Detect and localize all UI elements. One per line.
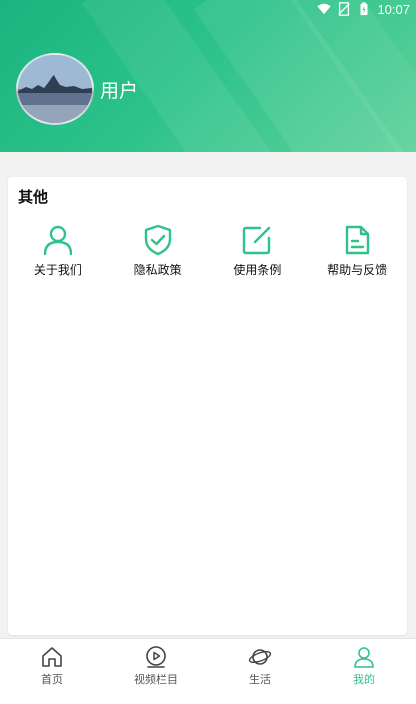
menu-item-help-feedback[interactable]: 帮助与反馈 — [307, 223, 407, 278]
profile-header: 10:07 用户 — [0, 0, 416, 152]
section-title: 其他 — [18, 188, 49, 206]
tab-mine[interactable]: 我的 — [312, 639, 416, 704]
person-icon — [43, 225, 73, 256]
tab-label: 我的 — [353, 673, 375, 686]
tab-label: 视频栏目 — [134, 673, 178, 686]
tab-label: 生活 — [249, 673, 271, 686]
status-time: 10:07 — [377, 1, 410, 17]
menu-item-label: 使用条例 — [233, 263, 282, 277]
tab-life[interactable]: 生活 — [208, 639, 312, 704]
signal-off-icon — [338, 2, 351, 16]
wifi-icon — [317, 3, 332, 15]
user-icon — [354, 647, 374, 668]
tab-video-columns[interactable]: 视频栏目 — [104, 639, 208, 704]
avatar[interactable] — [16, 53, 94, 125]
home-icon — [42, 647, 62, 667]
menu-item-about-us[interactable]: 关于我们 — [8, 223, 108, 278]
menu-grid: 关于我们 隐私政策 使用条例 帮助与反馈 — [8, 223, 407, 278]
username[interactable]: 用户 — [100, 76, 138, 103]
menu-item-label: 隐私政策 — [133, 263, 182, 277]
menu-item-terms-of-use[interactable]: 使用条例 — [208, 223, 308, 278]
document-icon — [345, 225, 370, 255]
bottom-tab-bar: 首页 视频栏目 生活 我的 — [0, 638, 416, 704]
menu-item-label: 关于我们 — [33, 263, 82, 277]
other-section-card: 其他 关于我们 隐私政策 使用条例 帮助与反馈 — [8, 177, 407, 635]
menu-item-label: 帮助与反馈 — [327, 263, 388, 277]
play-icon — [146, 646, 166, 668]
planet-icon — [248, 649, 272, 665]
shield-check-icon — [144, 224, 171, 256]
battery-icon — [360, 2, 368, 16]
avatar-image — [18, 55, 92, 123]
status-bar: 10:07 — [317, 0, 410, 18]
tab-label: 首页 — [41, 673, 63, 686]
tab-home[interactable]: 首页 — [0, 639, 104, 704]
menu-item-privacy-policy[interactable]: 隐私政策 — [108, 223, 208, 278]
edit-icon — [243, 226, 271, 255]
